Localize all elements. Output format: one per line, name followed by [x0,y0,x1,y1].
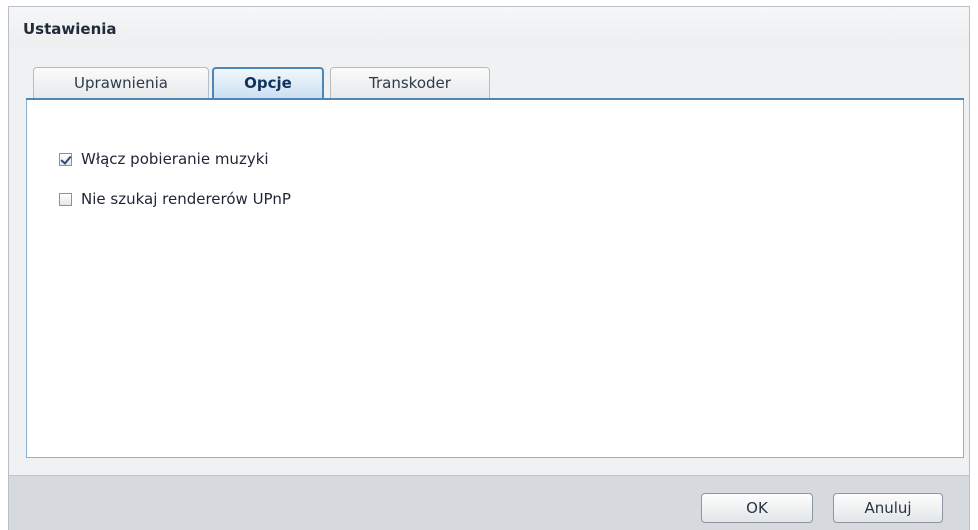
option-label: Nie szukaj rendererów UPnP [81,190,291,208]
cancel-button[interactable]: Anuluj [833,493,943,523]
dialog-title: Ustawienia [23,20,117,38]
options-panel: Włącz pobieranie muzyki Nie szukaj rende… [26,100,964,458]
settings-dialog: Ustawienia Uprawnienia Opcje Transkoder … [8,6,970,530]
tab-transcoder[interactable]: Transkoder [330,67,490,99]
dialog-titlebar[interactable]: Ustawienia [9,7,969,47]
option-skip-upnp-renderers[interactable]: Nie szukaj rendererów UPnP [59,190,291,208]
option-label: Włącz pobieranie muzyki [81,150,269,168]
tab-options[interactable]: Opcje [212,67,324,100]
option-enable-music-download[interactable]: Włącz pobieranie muzyki [59,150,269,168]
ok-button[interactable]: OK [701,493,813,523]
tab-permissions[interactable]: Uprawnienia [33,67,209,99]
upnp-renderers-checkbox[interactable] [59,192,72,206]
music-download-checkbox[interactable] [59,152,72,166]
dialog-footer: OK Anuluj [9,475,969,530]
